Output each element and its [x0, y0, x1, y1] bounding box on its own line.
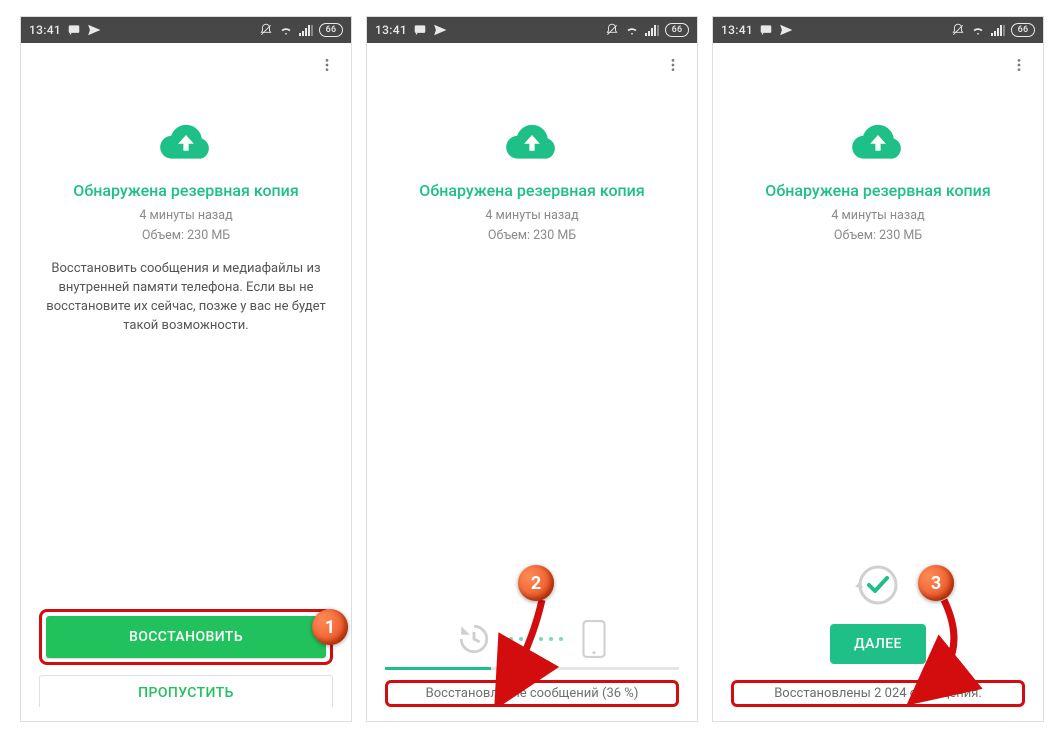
restore-progress-bar: [385, 667, 679, 670]
cloud-upload-icon: [849, 113, 907, 171]
tutorial-three-screens: 13:41 66 Обнаружена резервная копия 4 м: [0, 0, 1064, 740]
more-vert-icon: [665, 57, 681, 73]
status-time: 13:41: [721, 23, 753, 37]
send-indicator-icon: [779, 23, 793, 37]
overflow-menu-button[interactable]: [655, 47, 691, 83]
battery-indicator: 66: [665, 23, 689, 37]
silent-icon: [605, 23, 619, 37]
overflow-menu-button[interactable]: [1001, 47, 1037, 83]
screen-content: Обнаружена резервная копия 4 минуты наза…: [21, 87, 351, 721]
restore-progress-text: Восстановление сообщений (36 %): [394, 686, 670, 701]
backup-found-title: Обнаружена резервная копия: [419, 181, 644, 200]
signal-icon: [645, 24, 659, 36]
wifi-icon: [625, 23, 639, 37]
wifi-icon: [279, 23, 293, 37]
chat-indicator-icon: [67, 23, 81, 37]
backup-meta: 4 минуты назад Объем: 230 МБ: [831, 206, 924, 246]
status-bar: 13:41 66: [367, 17, 697, 43]
restore-description: Восстановить сообщения и медиафайлы из в…: [39, 260, 333, 335]
cloud-upload-icon: [503, 113, 561, 171]
backup-size: Объем: 230 МБ: [488, 228, 576, 243]
backup-size: Объем: 230 МБ: [834, 228, 922, 243]
backup-age: 4 минуты назад: [831, 208, 924, 223]
phone-2: 13:41 66 Обнаружена резервная копия 4 м: [366, 16, 698, 722]
restore-done-text: Восстановлены 2 024 сообщения.: [740, 686, 1016, 701]
next-button[interactable]: ДАЛЕЕ: [830, 624, 926, 664]
status-bar: 13:41 66: [713, 17, 1043, 43]
highlight-done-text: Восстановлены 2 024 сообщения.: [731, 680, 1025, 707]
silent-icon: [259, 23, 273, 37]
chat-indicator-icon: [413, 23, 427, 37]
transfer-illustration: [457, 619, 607, 659]
highlight-restore-button: ВОССТАНОВИТЬ: [39, 609, 333, 665]
phone-3: 13:41 66 Обнаружена резервная копия 4 м: [712, 16, 1044, 722]
silent-icon: [951, 23, 965, 37]
backup-size: Объем: 230 МБ: [142, 228, 230, 243]
battery-indicator: 66: [319, 23, 343, 37]
wifi-icon: [971, 23, 985, 37]
restore-button[interactable]: ВОССТАНОВИТЬ: [46, 616, 326, 658]
screen-content: Обнаружена резервная копия 4 минуты наза…: [713, 87, 1043, 721]
signal-icon: [991, 24, 1005, 36]
signal-icon: [299, 24, 313, 36]
dots-path: [509, 637, 563, 641]
skip-button[interactable]: ПРОПУСТИТЬ: [39, 675, 333, 707]
backup-meta: 4 минуты назад Объем: 230 МБ: [485, 206, 578, 246]
send-indicator-icon: [87, 23, 101, 37]
overflow-menu-button[interactable]: [309, 47, 345, 83]
skip-button-label: ПРОПУСТИТЬ: [138, 685, 234, 701]
phone-device-icon: [581, 619, 607, 659]
restore-complete-icon: [853, 560, 903, 610]
next-button-label: ДАЛЕЕ: [854, 636, 902, 652]
history-icon: [457, 622, 491, 656]
more-vert-icon: [1011, 57, 1027, 73]
cloud-upload-icon: [157, 113, 215, 171]
title-bar: [21, 43, 351, 87]
backup-meta: 4 минуты назад Объем: 230 МБ: [139, 206, 232, 246]
backup-age: 4 минуты назад: [485, 208, 578, 223]
phone-1: 13:41 66 Обнаружена резервная копия 4 м: [20, 16, 352, 722]
status-bar: 13:41 66: [21, 17, 351, 43]
battery-indicator: 66: [1011, 23, 1035, 37]
title-bar: [713, 43, 1043, 87]
highlight-progress-text: Восстановление сообщений (36 %): [385, 680, 679, 707]
backup-age: 4 минуты назад: [139, 208, 232, 223]
chat-indicator-icon: [759, 23, 773, 37]
more-vert-icon: [319, 57, 335, 73]
status-time: 13:41: [375, 23, 407, 37]
backup-found-title: Обнаружена резервная копия: [765, 181, 990, 200]
restore-button-label: ВОССТАНОВИТЬ: [129, 629, 243, 645]
title-bar: [367, 43, 697, 87]
send-indicator-icon: [433, 23, 447, 37]
screen-content: Обнаружена резервная копия 4 минуты наза…: [367, 87, 697, 721]
status-time: 13:41: [29, 23, 61, 37]
backup-found-title: Обнаружена резервная копия: [73, 181, 298, 200]
